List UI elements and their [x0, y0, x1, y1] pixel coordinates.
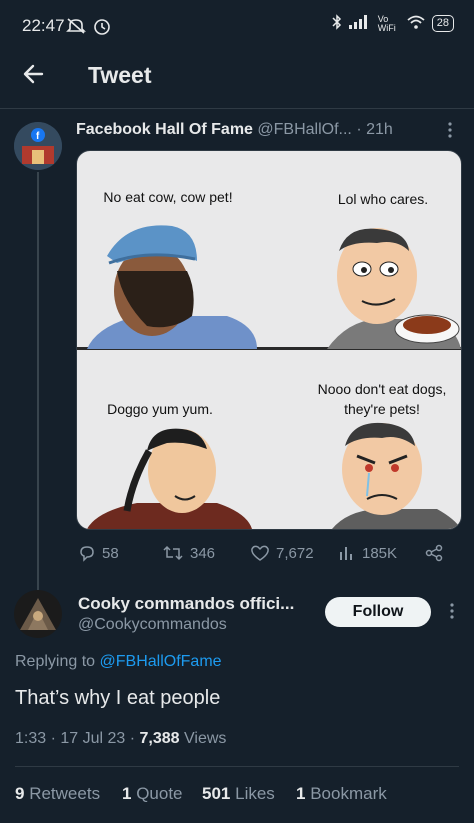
author-handle[interactable]: @FBHallOf... [257, 121, 351, 138]
back-arrow-icon [23, 64, 44, 84]
more-vertical-icon [448, 122, 452, 138]
tweet-header: Facebook Hall Of Fame @FBHallOf... · 21h [76, 121, 393, 139]
retweet-action[interactable]: 346 [162, 544, 215, 562]
bookmarks-stat[interactable]: 1 Bookmark [296, 784, 387, 804]
replying-to-prefix: Replying to [15, 653, 96, 670]
share-action[interactable] [425, 544, 443, 562]
reply-count: 58 [102, 544, 119, 562]
alarm-icon [92, 16, 112, 41]
analytics-icon [340, 547, 352, 560]
meme-caption-2: Lol who cares. [337, 191, 429, 207]
reply-more-button[interactable] [442, 601, 462, 626]
replying-to-line: Replying to @FBHallOfFame [15, 653, 222, 671]
likes-stat[interactable]: 501 Likes [202, 784, 275, 804]
quotes-stat-label: Quote [136, 784, 183, 803]
follow-button[interactable]: Follow [325, 597, 431, 627]
signal-icon [348, 15, 371, 32]
cooky-commandos-avatar[interactable] [14, 590, 62, 638]
thread-connector-line [37, 172, 39, 590]
like-action[interactable]: 7,672 [250, 544, 314, 562]
bookmarks-stat-label: Bookmark [310, 784, 387, 803]
status-time: 22:47 [22, 16, 65, 35]
reply-icon [80, 546, 94, 562]
reply-author-handle[interactable]: @Cookycommandos [78, 616, 227, 634]
share-icon [425, 544, 443, 562]
reply-action[interactable]: 58 [78, 544, 119, 562]
retweets-stat-count: 9 [15, 784, 25, 803]
views-count: 185K [362, 544, 398, 562]
reply-view-count: 7,388 [139, 730, 180, 747]
reply-text: That’s why I eat people [15, 687, 221, 709]
header-divider [0, 108, 474, 109]
meme-illustration [77, 225, 461, 529]
status-icons: Vo WiFi 28 [332, 14, 454, 33]
network-label: Vo WiFi [377, 13, 396, 33]
retweet-count: 346 [190, 544, 216, 562]
heart-icon [251, 545, 269, 561]
tweet-more-button[interactable] [440, 120, 460, 145]
retweets-stat[interactable]: 9 Retweets [15, 784, 100, 804]
page-title: Tweet [88, 62, 152, 88]
bluetooth-icon [332, 14, 342, 33]
wifi-icon [407, 15, 425, 32]
author-name[interactable]: Facebook Hall Of Fame [76, 121, 253, 138]
reply-timestamp: 1:33 · 17 Jul 23 · [15, 730, 136, 747]
reply-author-name[interactable]: Cooky commandos offici... [78, 594, 294, 614]
replying-to-link[interactable]: @FBHallOfFame [100, 653, 222, 670]
views-action[interactable]: 185K [338, 544, 397, 562]
back-button[interactable] [20, 60, 52, 92]
stats-divider [15, 766, 459, 767]
mute-icon [66, 17, 86, 40]
bookmarks-stat-count: 1 [296, 784, 306, 803]
quotes-stat[interactable]: 1 Quote [122, 784, 183, 804]
tweet-age: · 21h [356, 121, 393, 138]
fb-hall-of-fame-avatar[interactable]: f [14, 122, 62, 170]
quotes-stat-count: 1 [122, 784, 132, 803]
like-count: 7,672 [276, 544, 314, 562]
meme-caption-4: Nooo don't eat dogs, they're pets! [317, 381, 447, 417]
more-vertical-icon [450, 603, 454, 619]
tweet-image[interactable]: No eat cow, cow pet! Lol who cares. Dogg… [76, 150, 462, 530]
retweet-icon [163, 545, 183, 561]
retweets-stat-label: Retweets [29, 784, 101, 803]
likes-stat-count: 501 [202, 784, 231, 803]
meme-caption-1: No eat cow, cow pet! [103, 189, 233, 205]
likes-stat-label: Likes [235, 784, 275, 803]
meme-caption-3: Doggo yum yum. [107, 401, 213, 417]
battery-indicator: 28 [431, 15, 454, 32]
reply-views-label: Views [184, 730, 227, 747]
reply-meta: 1:33 · 17 Jul 23 · 7,388 Views [15, 730, 226, 748]
